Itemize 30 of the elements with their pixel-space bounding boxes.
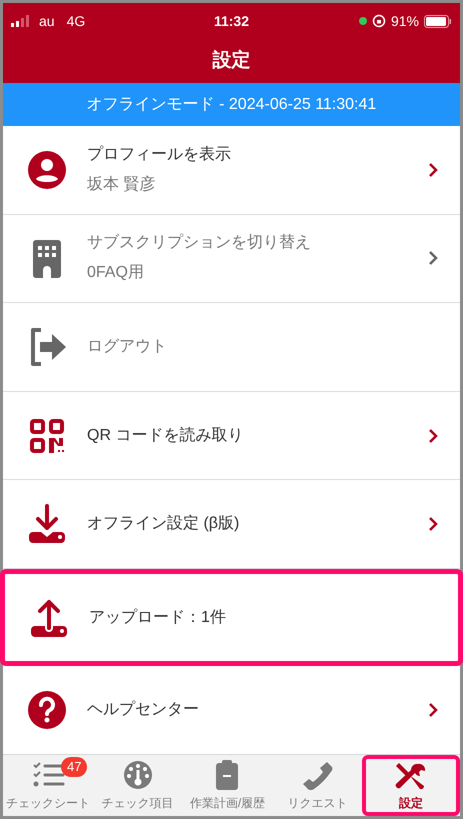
menu-item-title: アップロード：1件 [89, 608, 227, 628]
menu-item-title: プロフィールを表示 [87, 144, 232, 165]
camera-dot-icon [358, 17, 367, 25]
profile-icon [27, 150, 67, 190]
tab-bar-item[interactable]: チェック項目 [92, 755, 183, 816]
network-type: 4G [66, 12, 86, 30]
download-icon [27, 504, 67, 544]
rotation-lock-icon [372, 14, 386, 28]
carrier-text: au [39, 12, 55, 30]
menu-item-title: QR コードを読み取り [87, 426, 244, 446]
tab-bar-item[interactable]: 設定 [362, 755, 460, 816]
battery-icon [424, 14, 452, 28]
offline-banner: オフラインモード - 2024-06-25 11:30:41 [3, 83, 460, 126]
menu-item-title: ヘルプセンター [87, 700, 200, 720]
menu-item[interactable]: QR コードを読み取り [3, 392, 460, 480]
tab-bar-item[interactable]: リクエスト [272, 755, 362, 816]
count-badge: 47 [61, 757, 88, 777]
upload-icon [29, 598, 69, 638]
tab-bar-item[interactable]: チェックシート 47 [3, 755, 93, 816]
clock-time: 11:32 [214, 12, 250, 28]
help-icon [27, 690, 67, 730]
menu-item-title: オフライン設定 (β版) [87, 514, 240, 534]
menu-item-title: ログアウト [87, 336, 168, 357]
tab-bar-item[interactable]: 作業計画/履歴 [182, 755, 272, 816]
screen-title: 設定 [212, 48, 250, 73]
menu-item-title: サブスクリプションを切り替え [87, 232, 312, 254]
highlighted-menu-item[interactable]: アップロード：1件 [0, 568, 463, 666]
menu-item-subtitle: 坂本 賢彦 [87, 174, 156, 195]
menu-item-subtitle: 0FAQ用 [87, 263, 145, 284]
battery-percent: 91% [390, 12, 419, 30]
